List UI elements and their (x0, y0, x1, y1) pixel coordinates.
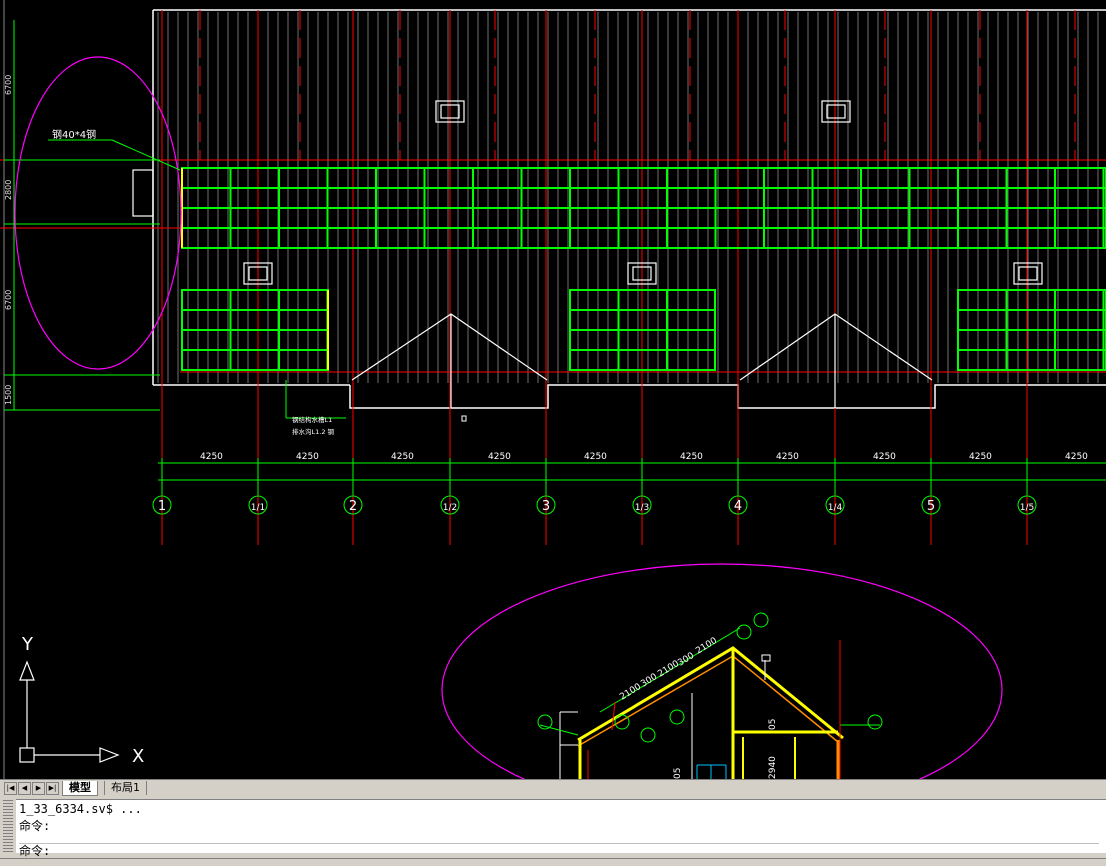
dimension-text: 4250 (391, 452, 414, 462)
model-space-viewport[interactable]: 钢40*4钢 钢结构水槽L1 排水沟L1.2 钢 4250 4250 4250 425… (0, 0, 1106, 779)
solar-panel-array-top (181, 167, 1106, 249)
axis-label: 1/5 (1020, 503, 1034, 513)
command-window: 1_33_6334.sv$ ... 命令: 命令: (0, 796, 1106, 865)
dimension-text: 4250 (680, 452, 703, 462)
command-history[interactable]: 1_33_6334.sv$ ... 命令: 命令: (16, 799, 1106, 858)
axis-label: 5 (927, 499, 935, 514)
dimension-text: 4250 (296, 452, 319, 462)
command-grip[interactable] (3, 800, 13, 852)
chimneys (132, 100, 1043, 285)
leader-bottom: 钢结构水槽L1 排水沟L1.2 钢 (285, 380, 346, 436)
next-tab-button[interactable]: ▶ (32, 782, 45, 795)
section-dim-8: 05 (673, 768, 683, 779)
left-dim-labels: 6700 2800 6700 1500 (4, 75, 13, 405)
left-dim-2: 2800 (4, 180, 13, 200)
left-dim-3: 6700 (4, 290, 13, 310)
revision-cloud-left (14, 56, 182, 370)
label-steel-top: 钢40*4钢 (52, 128, 96, 141)
left-dim-4: 1500 (4, 385, 13, 405)
dimension-text: 4250 (200, 452, 223, 462)
leader-top-left: 钢40*4钢 (48, 128, 181, 171)
prev-tab-button[interactable]: ◀ (18, 782, 31, 795)
section-dim-6: 05 (768, 719, 778, 730)
ucs-x-label: X (132, 746, 144, 767)
tab-layout1[interactable]: 布局1 (104, 781, 147, 795)
solar-panel-array-lower (181, 289, 1106, 371)
axis-label: 3 (542, 499, 550, 514)
label-gutter-1: 钢结构水槽L1 (292, 415, 332, 424)
label-gutter-2: 排水沟L1.2 钢 (292, 427, 335, 436)
revision-cloud-bottom (441, 563, 1003, 779)
dimension-text: 4250 (873, 452, 896, 462)
dimension-text: 4250 (969, 452, 992, 462)
section-dim-1: 2100 (618, 682, 643, 703)
command-prompt-line-1: 命令: (19, 819, 51, 833)
tab-model[interactable]: 模型 (62, 781, 98, 796)
axis-label: 4 (734, 499, 742, 514)
section-dim-7: 2940 (768, 756, 778, 779)
section-dim-5: 2100 (694, 636, 719, 657)
ucs-icon (19, 660, 120, 763)
first-tab-button[interactable]: |◀ (4, 782, 17, 795)
section-dim-2: 300 (639, 672, 659, 690)
axis-label: 1/1 (251, 503, 265, 513)
command-history-line: 1_33_6334.sv$ ... (19, 802, 142, 816)
section-dim-labels: 2100 300 2100 300 2100 05 2940 05 (618, 636, 778, 779)
red-gridlines-horizontal (0, 159, 1106, 373)
axis-label: 2 (349, 499, 357, 514)
dimension-text: 4250 (584, 452, 607, 462)
layout-tab-bar: |◀ ◀ ▶ ▶| 模型 布局1 (0, 779, 1106, 796)
dimension-row: 4250 4250 4250 4250 4250 4250 4250 4250 4250 4250 (158, 452, 1106, 485)
dimension-text: 4250 (776, 452, 799, 462)
cad-drawing[interactable]: 钢40*4钢 钢结构水槽L1 排水沟L1.2 钢 4250 4250 4250 425… (0, 0, 1106, 779)
axis-bubbles: 1 1/1 2 1/2 3 1/3 4 1/4 5 1/5 (152, 485, 1037, 515)
axis-label: 1/3 (635, 503, 649, 513)
section-dim-4: 300 (676, 651, 696, 669)
command-input[interactable]: 命令: (19, 843, 1099, 859)
axis-label: 1/4 (828, 503, 843, 513)
left-dim-1: 6700 (4, 75, 13, 95)
ucs-y-label: Y (21, 634, 34, 655)
last-tab-button[interactable]: ▶| (46, 782, 59, 795)
axis-label: 1 (158, 499, 166, 514)
axis-label: 1/2 (443, 503, 457, 513)
dimension-text: 4250 (488, 452, 511, 462)
dimension-text: 4250 (1065, 452, 1088, 462)
